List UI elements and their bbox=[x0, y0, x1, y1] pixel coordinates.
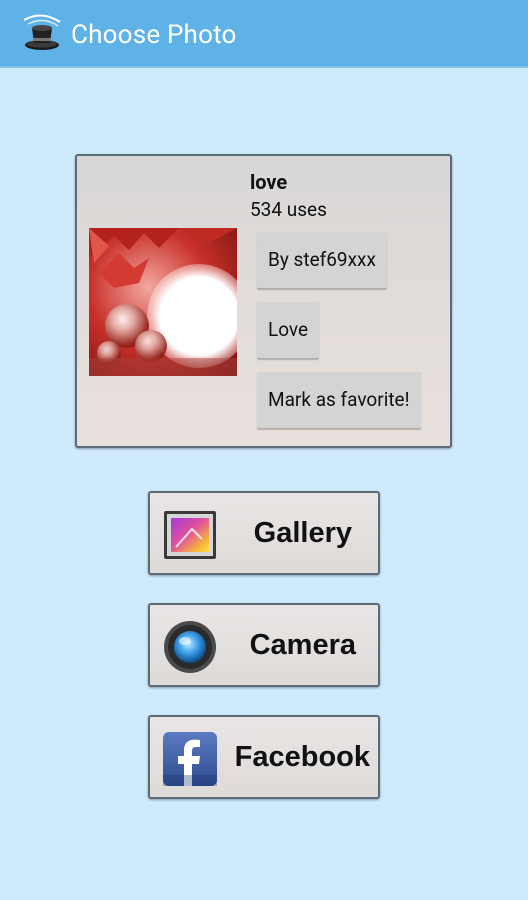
gallery-icon bbox=[164, 511, 216, 559]
gallery-button[interactable]: Gallery bbox=[148, 491, 380, 575]
facebook-label: Facebook bbox=[234, 741, 370, 773]
photo-thumbnail[interactable] bbox=[89, 228, 237, 376]
mark-favorite-button[interactable]: Mark as favorite! bbox=[257, 372, 421, 428]
app-bar: Choose Photo bbox=[0, 0, 528, 68]
photo-card: love 534 uses By stef69xxx Love Mark as … bbox=[75, 154, 452, 448]
facebook-button[interactable]: Facebook bbox=[148, 715, 380, 799]
magic-hat-icon[interactable] bbox=[20, 12, 64, 56]
camera-button[interactable]: Camera bbox=[148, 603, 380, 687]
camera-label: Camera bbox=[249, 629, 356, 661]
gallery-label: Gallery bbox=[253, 517, 352, 549]
facebook-icon bbox=[163, 732, 217, 786]
photo-uses-count: 534 uses bbox=[250, 198, 327, 221]
photo-title: love bbox=[250, 170, 288, 194]
app-title: Choose Photo bbox=[71, 20, 237, 50]
category-button[interactable]: Love bbox=[257, 302, 320, 358]
camera-icon bbox=[164, 621, 216, 673]
author-button[interactable]: By stef69xxx bbox=[257, 232, 387, 288]
